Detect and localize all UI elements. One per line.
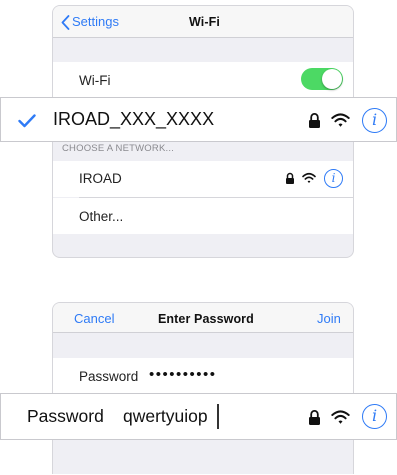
wifi-toggle-row: Wi-Fi: [53, 62, 353, 98]
lock-icon: [309, 113, 320, 128]
choose-network-header: CHOOSE A NETWORK...: [62, 143, 175, 154]
info-icon[interactable]: i: [362, 404, 387, 429]
info-icon[interactable]: i: [362, 108, 387, 133]
join-button[interactable]: Join: [317, 311, 341, 326]
network-name: IROAD: [79, 171, 122, 186]
other-network-label: Other...: [79, 209, 124, 224]
password-row[interactable]: Password ••••••••••: [53, 358, 353, 394]
chevron-left-icon[interactable]: [61, 15, 70, 30]
password-navbar: Cancel Enter Password Join: [53, 303, 353, 333]
password-masked-value: ••••••••••: [149, 366, 217, 383]
wifi-navbar: Settings Wi-Fi: [53, 6, 353, 38]
password-field-label: Password: [79, 369, 139, 384]
checkmark-icon: [18, 114, 36, 128]
password-entry-row[interactable]: Password qwertyuiop i: [0, 393, 397, 440]
wifi-toggle-switch[interactable]: [301, 68, 343, 90]
network-row-other[interactable]: Other...: [53, 198, 353, 234]
page-title: Wi-Fi: [189, 15, 220, 29]
wifi-signal-icon: [331, 113, 350, 127]
connected-network-row[interactable]: IROAD_XXX_XXXX i: [0, 97, 397, 142]
wifi-signal-icon: [331, 410, 350, 424]
network-row-iroad[interactable]: IROAD i: [53, 161, 353, 197]
lock-icon: [309, 410, 320, 425]
toggle-knob: [322, 69, 342, 89]
lock-icon: [286, 172, 294, 184]
wifi-signal-icon: [302, 172, 316, 183]
password-input[interactable]: qwertyuiop: [123, 406, 208, 427]
cancel-button[interactable]: Cancel: [74, 311, 114, 326]
text-cursor: [217, 404, 219, 429]
info-icon[interactable]: i: [324, 169, 343, 188]
enter-password-screen: Cancel Enter Password Join Password ••••…: [52, 302, 354, 474]
wifi-toggle-label: Wi-Fi: [79, 73, 111, 88]
connected-network-name: IROAD_XXX_XXXX: [53, 109, 215, 129]
page-title: Enter Password: [158, 312, 254, 326]
password-label: Password: [27, 406, 104, 426]
back-settings-link[interactable]: Settings: [72, 14, 119, 29]
